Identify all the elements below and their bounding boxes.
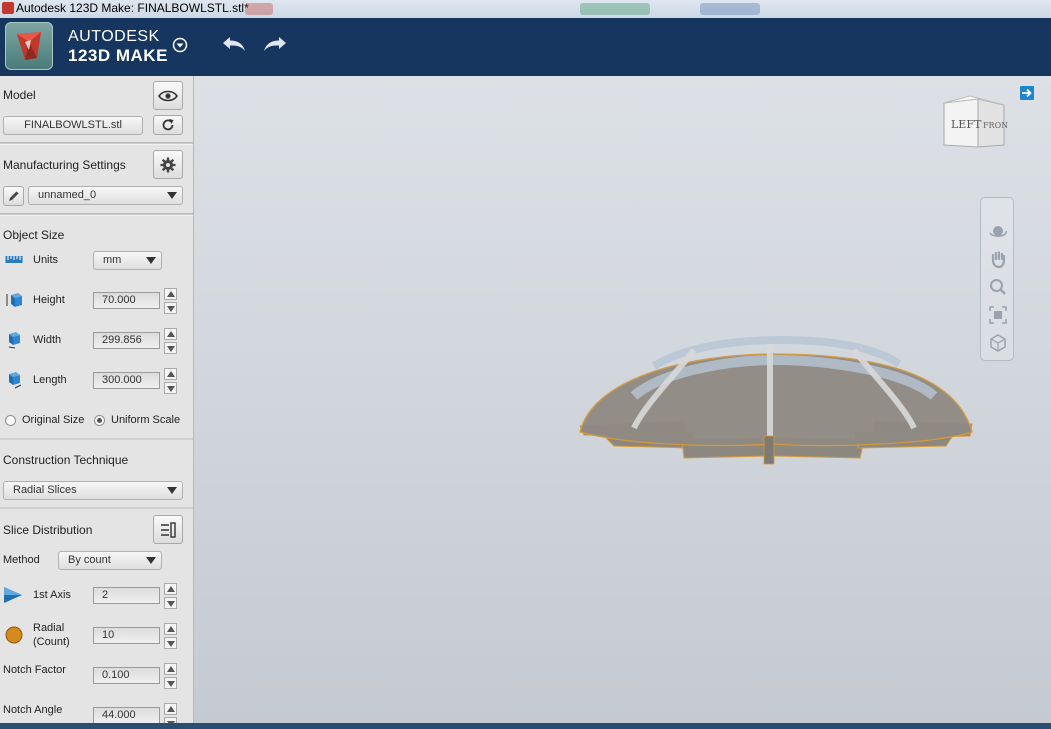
taskbar-thumbnail-decoration: [580, 3, 650, 15]
method-label: Method: [3, 554, 40, 566]
width-stepper[interactable]: [164, 328, 177, 354]
notch-angle-label: Notch Angle: [3, 704, 63, 716]
list-panel-icon: [161, 521, 176, 538]
height-input[interactable]: 70.000: [93, 292, 160, 309]
construction-technique-title: Construction Technique: [3, 453, 129, 467]
bowl-center-post: [763, 435, 775, 465]
section-separator: [0, 438, 193, 440]
height-cube-icon: [5, 291, 23, 309]
width-label: Width: [33, 334, 62, 346]
app-window-icon: [2, 2, 14, 14]
bowl-model-radial-slices[interactable]: [574, 336, 984, 486]
slice-distribution-options-button[interactable]: [153, 515, 183, 544]
chevron-down-icon: [167, 487, 177, 494]
orbit-icon[interactable]: [989, 222, 1007, 240]
3d-viewport[interactable]: LEFT FRONT: [194, 76, 1051, 729]
navigation-bar: [980, 197, 1014, 361]
axis-arrow-icon: [3, 586, 23, 604]
construction-technique-value: Radial Slices: [13, 484, 77, 496]
uniform-scale-label: Uniform Scale: [111, 414, 181, 426]
taskbar-thumbnail-decoration: [700, 3, 760, 15]
width-cube-icon: [5, 331, 23, 349]
first-axis-label: 1st Axis: [33, 589, 71, 601]
construction-technique-dropdown[interactable]: Radial Slices: [3, 481, 183, 500]
length-label: Length: [33, 374, 67, 386]
eye-icon: [158, 90, 178, 101]
chevron-down-icon: [146, 557, 156, 564]
bowl-main-body: [579, 353, 973, 447]
manufacturing-preset-value: unnamed_0: [38, 189, 97, 201]
redo-icon[interactable]: [261, 34, 289, 56]
pencil-icon: [8, 191, 18, 201]
first-axis-stepper[interactable]: [164, 583, 177, 609]
brand-autodesk: AUTODESK: [68, 28, 160, 45]
section-divider: [0, 213, 193, 216]
expand-panel-button[interactable]: [1020, 86, 1034, 100]
gear-icon: [160, 157, 176, 172]
original-size-label: Original Size: [22, 414, 85, 426]
manufacturing-settings-button[interactable]: [153, 150, 183, 179]
app-header: AUTODESK 123D MAKE: [0, 18, 1051, 76]
refresh-icon: [162, 119, 174, 131]
viewcube-front-face: FRONT: [983, 121, 1008, 130]
units-value: mm: [103, 254, 122, 266]
original-size-radio[interactable]: [5, 415, 16, 426]
method-dropdown[interactable]: By count: [58, 551, 162, 570]
chevron-down-icon: [167, 192, 177, 199]
uniform-scale-radio[interactable]: [94, 415, 105, 426]
zoom-magnifier-icon[interactable]: [989, 278, 1007, 296]
model-file-button[interactable]: FINALBOWLSTL.stl: [3, 116, 143, 135]
notch-factor-input[interactable]: 0.100: [93, 667, 160, 684]
units-dropdown[interactable]: mm: [93, 251, 162, 270]
length-stepper[interactable]: [164, 368, 177, 394]
home-view-cube-icon[interactable]: [989, 334, 1007, 352]
manufacturing-settings-title: Manufacturing Settings: [3, 158, 126, 172]
window-title: Autodesk 123D Make: FINALBOWLSTL.stl*: [16, 1, 249, 15]
chevron-down-icon: [146, 257, 156, 264]
length-cube-icon: [5, 371, 23, 389]
edit-settings-button[interactable]: [3, 186, 24, 206]
notch-factor-label: Notch Factor: [3, 664, 66, 676]
slice-distribution-title: Slice Distribution: [3, 523, 93, 537]
notch-angle-stepper[interactable]: [164, 703, 177, 723]
autodesk-123d-logo-icon[interactable]: [5, 22, 53, 70]
pan-hand-icon[interactable]: [989, 250, 1007, 269]
radial-label: Radial: [33, 622, 65, 634]
radial-count-input[interactable]: 10: [93, 627, 160, 644]
brand-product-name: 123D MAKE: [68, 46, 168, 65]
toggle-visibility-button[interactable]: [153, 81, 183, 110]
radial-circle-icon: [5, 626, 23, 644]
height-stepper[interactable]: [164, 288, 177, 314]
notch-factor-stepper[interactable]: [164, 663, 177, 689]
undo-icon[interactable]: [220, 34, 248, 56]
left-settings-panel: Model FINALBOWLSTL.stl Manufacturing Set…: [0, 76, 194, 729]
os-taskbar-edge: [0, 723, 1051, 729]
viewcube-left-face: LEFT: [951, 118, 982, 131]
first-axis-input[interactable]: 2: [93, 587, 160, 604]
radial-count-stepper[interactable]: [164, 623, 177, 649]
height-label: Height: [33, 294, 65, 306]
refresh-model-button[interactable]: [153, 115, 183, 135]
width-input[interactable]: 299.856: [93, 332, 160, 349]
taskbar-thumbnail-decoration: [245, 3, 273, 15]
notch-angle-input[interactable]: 44.000: [93, 707, 160, 724]
units-label: Units: [33, 254, 59, 266]
view-cube[interactable]: LEFT FRONT: [942, 93, 1014, 153]
model-section-title: Model: [3, 88, 36, 102]
manufacturing-preset-dropdown[interactable]: unnamed_0: [28, 186, 183, 205]
arrow-right-icon: [1022, 88, 1032, 98]
section-divider: [0, 142, 193, 145]
length-input[interactable]: 300.000: [93, 372, 160, 389]
radial-count-label: (Count): [33, 636, 70, 648]
app-menu-chevron-down-icon[interactable]: [172, 37, 188, 53]
section-separator: [0, 507, 193, 509]
method-value: By count: [68, 554, 111, 566]
ruler-icon: [5, 253, 23, 271]
window-title-bar: Autodesk 123D Make: FINALBOWLSTL.stl*: [0, 0, 1051, 19]
object-size-title: Object Size: [3, 228, 65, 242]
zoom-extents-icon[interactable]: [989, 306, 1007, 324]
